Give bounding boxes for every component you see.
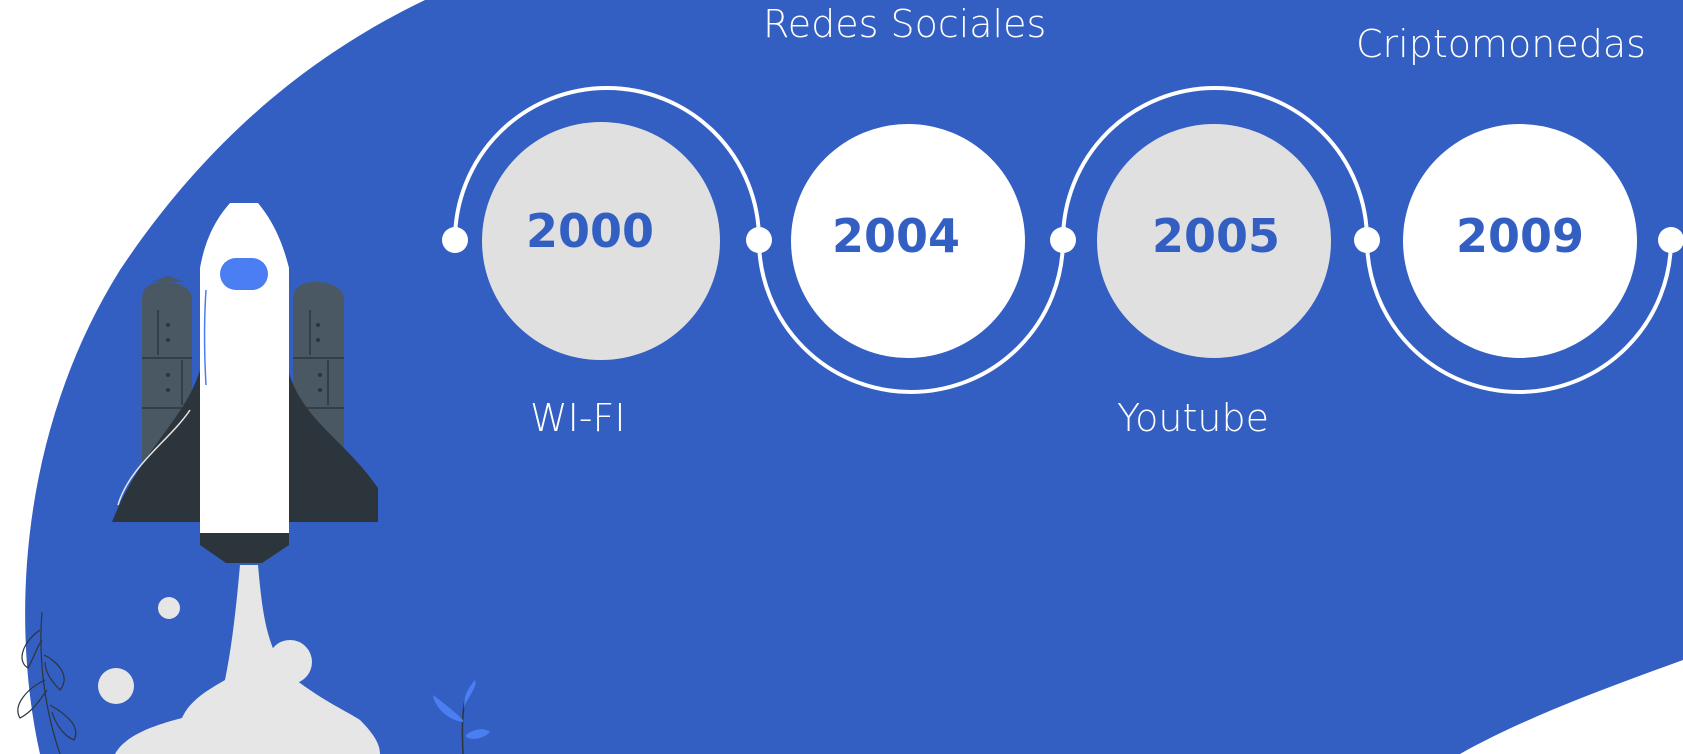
year-2005: 2005 [1152, 209, 1280, 263]
year-2009: 2009 [1456, 209, 1584, 263]
slide-graphic: 2000 2004 2005 2009 [17, 0, 1683, 754]
rocket-window [220, 258, 268, 290]
label-youtube: Youtube [1117, 396, 1269, 440]
label-criptomonedas: Criptomonedas [1356, 22, 1646, 66]
label-redes-sociales: Redes Sociales [763, 2, 1047, 46]
label-wifi: WI-FI [530, 396, 626, 440]
year-2004: 2004 [832, 209, 960, 263]
year-2000: 2000 [526, 204, 654, 258]
slide: 2000 2004 2005 2009 Redes Sociales Cript… [0, 0, 1683, 754]
